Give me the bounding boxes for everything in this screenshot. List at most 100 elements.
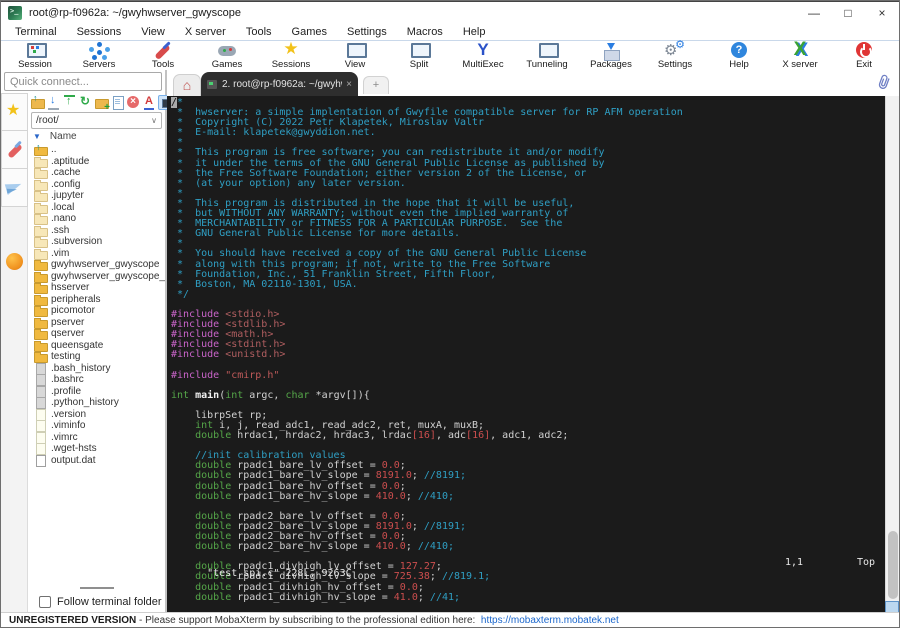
terminal-line: #include <unistd.h> xyxy=(171,349,286,361)
file-row[interactable]: .jupyter xyxy=(34,190,165,203)
folder-icon xyxy=(34,282,48,295)
new-file-button[interactable] xyxy=(110,95,125,110)
sftp-tab-icon[interactable] xyxy=(6,253,23,270)
file-row[interactable]: .profile xyxy=(34,385,165,398)
file-row[interactable]: .config xyxy=(34,179,165,191)
download-button[interactable] xyxy=(46,94,61,110)
active-terminal-tab[interactable]: 2. root@rp-f0962a: ~/gwyhwserver × xyxy=(201,72,358,96)
toolbar-label: Sessions xyxy=(271,59,311,70)
file-row[interactable]: .python_history xyxy=(34,397,165,410)
file-row[interactable]: qserver xyxy=(34,328,165,341)
home-tab[interactable] xyxy=(173,74,201,96)
file-row[interactable]: hsserver xyxy=(34,282,165,295)
file-row[interactable]: .nano xyxy=(34,213,165,226)
delete-button[interactable] xyxy=(126,95,141,110)
toolbar-servers-button[interactable]: Servers xyxy=(67,42,131,70)
sftp-file-panel: /root/ ∨ ▼ Name ...aptitude.cache.config… xyxy=(28,93,173,612)
file-row[interactable]: .wget-hsts xyxy=(34,443,165,456)
folder-icon xyxy=(34,190,48,203)
help-icon xyxy=(726,42,752,60)
new-folder-button[interactable] xyxy=(94,95,110,113)
file-row[interactable]: .aptitude xyxy=(34,156,165,168)
servers-icon xyxy=(86,42,112,60)
toolbar-settings-button[interactable]: Settings xyxy=(643,38,707,70)
tools-tab[interactable] xyxy=(1,131,28,169)
games-icon xyxy=(214,42,240,60)
toolbar-sessions-button[interactable]: Sessions xyxy=(259,39,323,70)
file-list-header[interactable]: ▼ Name xyxy=(28,129,165,144)
file-name: .jupyter xyxy=(51,190,84,202)
toolbar-x server-button[interactable]: X server xyxy=(775,39,825,70)
file-row[interactable]: .bashrc xyxy=(34,374,165,387)
panel-splitter-handle[interactable] xyxy=(28,584,165,592)
file-row[interactable]: .version xyxy=(34,408,165,421)
path-dropdown[interactable]: /root/ ∨ xyxy=(31,112,162,129)
file-name: gwyhwserver_gwyscope xyxy=(51,259,160,271)
menu-macros[interactable]: Macros xyxy=(397,24,453,40)
file-name: .local xyxy=(51,201,75,213)
menu-view[interactable]: View xyxy=(131,24,175,40)
menu-x-server[interactable]: X server xyxy=(175,24,236,40)
file-row[interactable]: pserver xyxy=(34,317,165,329)
menu-tools[interactable]: Tools xyxy=(236,24,282,40)
main-toolbar: Session Servers Tools Games Sessions View Spli… xyxy=(1,38,899,70)
file-row[interactable]: .local xyxy=(34,202,165,214)
file-row[interactable]: .cache xyxy=(34,167,165,180)
new-tab-button[interactable]: + xyxy=(363,76,389,94)
menu-sessions[interactable]: Sessions xyxy=(67,24,132,40)
menu-games[interactable]: Games xyxy=(282,24,337,40)
toolbar-session-button[interactable]: Session xyxy=(3,42,67,70)
toolbar-tunneling-button[interactable]: Tunneling xyxy=(515,42,579,70)
menu-settings[interactable]: Settings xyxy=(337,24,397,40)
mobatek-link[interactable]: https://mobaxterm.mobatek.net xyxy=(481,615,619,626)
file-row[interactable]: .bash_history xyxy=(34,362,165,375)
session-icon xyxy=(22,42,48,60)
file-row[interactable]: gwyhwserver_gwyscope_NPL... xyxy=(34,271,165,283)
refresh-button[interactable] xyxy=(78,94,93,110)
terminal-screen[interactable]: /* * hwserver: a simple implentation of … xyxy=(167,96,885,614)
tab-close-icon[interactable]: × xyxy=(346,79,352,90)
macros-tab[interactable] xyxy=(1,169,28,207)
file-row[interactable]: queensgate xyxy=(34,340,165,352)
terminal-scrollbar[interactable] xyxy=(885,96,899,614)
folder-icon xyxy=(34,305,48,318)
close-button[interactable]: × xyxy=(865,2,899,24)
file-row[interactable]: picomotor xyxy=(34,305,165,318)
file-row[interactable]: .subversion xyxy=(34,236,165,249)
toolbar-view-button[interactable]: View xyxy=(323,42,387,70)
file-row[interactable]: peripherals xyxy=(34,294,165,306)
toolbar-packages-button[interactable]: Packages xyxy=(579,42,643,70)
paperclip-icon[interactable] xyxy=(877,73,891,91)
tree-expander-icon[interactable]: ▼ xyxy=(33,132,41,141)
unregistered-label: UNREGISTERED VERSION xyxy=(9,614,137,626)
sessions-tab[interactable] xyxy=(1,93,28,131)
file-row[interactable]: gwyhwserver_gwyscope xyxy=(34,259,165,272)
file-row[interactable]: .viminfo xyxy=(34,420,165,433)
maximize-button[interactable]: □ xyxy=(831,2,865,24)
toolbar-exit-button[interactable]: Exit xyxy=(839,42,889,70)
terminal-scrollbar-thumb[interactable] xyxy=(888,531,898,599)
file-row[interactable]: .. xyxy=(34,144,165,157)
toolbar-split-button[interactable]: Split xyxy=(387,42,451,70)
toolbar-multiexec-button[interactable]: MultiExec xyxy=(451,40,515,70)
file-row[interactable]: .vimrc xyxy=(34,431,165,444)
file-row[interactable]: output.dat xyxy=(34,454,165,467)
file-row[interactable]: .vim xyxy=(34,248,165,260)
file-name: .wget-hsts xyxy=(51,443,97,455)
vim-cursor-position: 1,1 xyxy=(785,557,804,568)
menu-help[interactable]: Help xyxy=(453,24,496,40)
toolbar-games-button[interactable]: Games xyxy=(195,42,259,70)
rename-button[interactable] xyxy=(142,95,157,110)
menu-terminal[interactable]: Terminal xyxy=(5,24,67,40)
file-row[interactable]: .ssh xyxy=(34,225,165,237)
xserver-icon xyxy=(787,39,813,61)
quick-connect-input[interactable] xyxy=(4,72,162,91)
go-up-folder-button[interactable] xyxy=(30,93,45,110)
split-icon xyxy=(406,42,432,60)
follow-terminal-folder-checkbox[interactable] xyxy=(39,596,51,608)
upload-button[interactable] xyxy=(62,95,77,110)
toolbar-help-button[interactable]: Help xyxy=(707,42,771,70)
minimize-button[interactable]: — xyxy=(797,2,831,24)
toolbar-tools-button[interactable]: Tools xyxy=(131,42,195,70)
file-row[interactable]: testing xyxy=(34,351,165,364)
